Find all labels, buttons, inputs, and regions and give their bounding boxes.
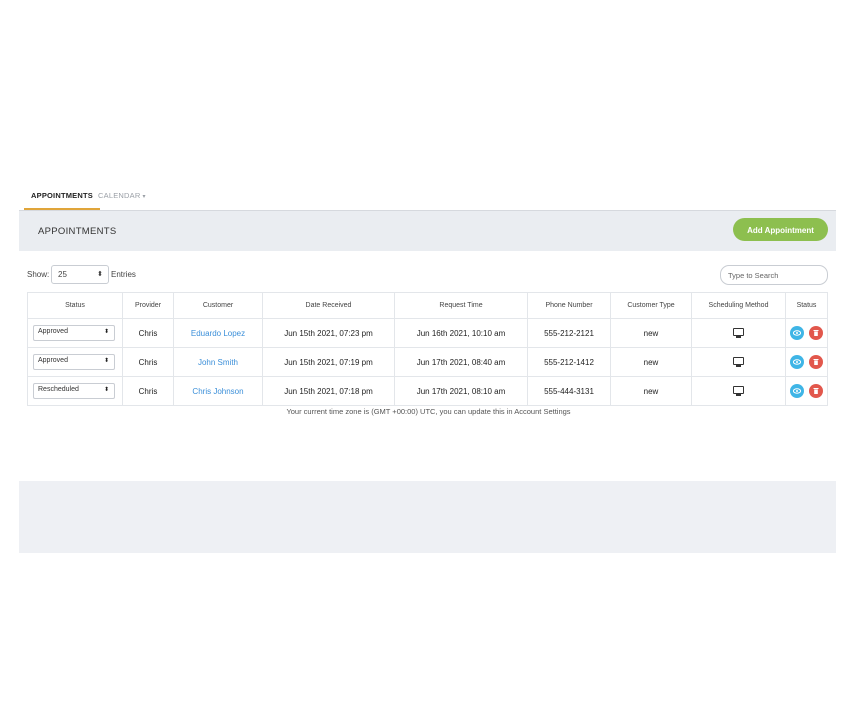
provider-cell: Chris bbox=[122, 376, 174, 406]
chevron-down-icon: ▾ bbox=[142, 194, 146, 200]
monitor-icon bbox=[733, 328, 744, 338]
status-select[interactable]: Approved ⬍ bbox=[33, 354, 115, 370]
entries-label: Entries bbox=[111, 270, 136, 279]
customer-link[interactable]: Chris Johnson bbox=[192, 387, 243, 396]
status-select-value: Rescheduled bbox=[38, 386, 79, 393]
trash-icon bbox=[813, 388, 819, 394]
customer-cell: Eduardo Lopez bbox=[173, 318, 263, 348]
tab-appointments[interactable]: APPOINTMENTS bbox=[24, 191, 100, 210]
monitor-icon bbox=[733, 386, 744, 396]
phone-cell: 555-444-3131 bbox=[527, 376, 611, 406]
entries-select[interactable]: 25 ⬍ bbox=[51, 265, 109, 284]
status-cell: Approved ⬍ bbox=[27, 347, 123, 377]
header-customer[interactable]: Customer bbox=[173, 292, 263, 319]
customer-cell: Chris Johnson bbox=[173, 376, 263, 406]
view-button[interactable] bbox=[790, 326, 805, 340]
header-provider[interactable]: Provider bbox=[122, 292, 174, 319]
entries-select-value: 25 bbox=[58, 270, 67, 279]
date-received-cell: Jun 15th 2021, 07:18 pm bbox=[262, 376, 395, 406]
search-input[interactable]: Type to Search bbox=[720, 265, 828, 285]
timezone-note: Your current time zone is (GMT +00:00) U… bbox=[286, 407, 571, 416]
trash-icon bbox=[813, 359, 819, 365]
header-request-time[interactable]: Request Time bbox=[394, 292, 528, 319]
eye-icon bbox=[793, 330, 802, 336]
trash-icon bbox=[813, 330, 819, 336]
appointments-table: Status Provider Customer Date Received R… bbox=[27, 292, 828, 406]
date-received-cell: Jun 15th 2021, 07:23 pm bbox=[262, 318, 395, 348]
tab-bar: APPOINTMENTS CALENDAR ▾ bbox=[19, 183, 836, 211]
table-row: Approved ⬍ Chris John Smith Jun 15th 2021… bbox=[27, 347, 828, 377]
select-arrows-icon: ⬍ bbox=[103, 387, 109, 393]
customer-link[interactable]: Eduardo Lopez bbox=[191, 329, 245, 338]
delete-button[interactable] bbox=[808, 355, 823, 369]
header-phone-number[interactable]: Phone Number bbox=[527, 292, 611, 319]
request-time-cell: Jun 17th 2021, 08:10 am bbox=[394, 376, 528, 406]
status-select-value: Approved bbox=[38, 357, 68, 364]
header-status[interactable]: Status bbox=[27, 292, 123, 319]
delete-button[interactable] bbox=[808, 326, 823, 340]
header-actions-status: Status bbox=[785, 292, 828, 319]
appointments-panel: APPOINTMENTS Add Appointment Show: 25 ⬍ … bbox=[19, 211, 838, 553]
header-customer-type[interactable]: Customer Type bbox=[610, 292, 692, 319]
panel-body: Show: 25 ⬍ Entries Type to Search Status… bbox=[19, 251, 838, 481]
customer-type-cell: new bbox=[610, 347, 692, 377]
customer-cell: John Smith bbox=[173, 347, 263, 377]
request-time-cell: Jun 16th 2021, 10:10 am bbox=[394, 318, 528, 348]
status-select[interactable]: Approved ⬍ bbox=[33, 325, 115, 341]
panel-title: APPOINTMENTS bbox=[38, 226, 117, 237]
scheduling-method-cell bbox=[691, 318, 786, 348]
scheduling-method-cell bbox=[691, 347, 786, 377]
date-received-cell: Jun 15th 2021, 07:19 pm bbox=[262, 347, 395, 377]
actions-cell bbox=[785, 347, 828, 377]
eye-icon bbox=[793, 359, 802, 365]
delete-button[interactable] bbox=[808, 384, 823, 398]
header-scheduling-method[interactable]: Scheduling Method bbox=[691, 292, 786, 319]
actions-cell bbox=[785, 318, 828, 348]
customer-type-cell: new bbox=[610, 376, 692, 406]
phone-cell: 555-212-1412 bbox=[527, 347, 611, 377]
tab-calendar-label: CALENDAR bbox=[98, 191, 141, 200]
status-cell: Approved ⬍ bbox=[27, 318, 123, 348]
phone-cell: 555-212-2121 bbox=[527, 318, 611, 348]
monitor-icon bbox=[733, 357, 744, 367]
table-row: Approved ⬍ Chris Eduardo Lopez Jun 15th 2… bbox=[27, 318, 828, 348]
customer-type-cell: new bbox=[610, 318, 692, 348]
provider-cell: Chris bbox=[122, 318, 174, 348]
tab-calendar[interactable]: CALENDAR ▾ bbox=[98, 191, 146, 200]
add-appointment-button[interactable]: Add Appointment bbox=[733, 218, 828, 241]
status-select-value: Approved bbox=[38, 328, 68, 335]
select-arrows-icon: ⬍ bbox=[103, 358, 109, 364]
status-select[interactable]: Rescheduled ⬍ bbox=[33, 383, 115, 399]
eye-icon bbox=[793, 388, 802, 394]
request-time-cell: Jun 17th 2021, 08:40 am bbox=[394, 347, 528, 377]
scheduling-method-cell bbox=[691, 376, 786, 406]
select-arrows-icon: ⬍ bbox=[103, 329, 109, 335]
actions-cell bbox=[785, 376, 828, 406]
search-placeholder: Type to Search bbox=[728, 271, 779, 280]
status-cell: Rescheduled ⬍ bbox=[27, 376, 123, 406]
view-button[interactable] bbox=[790, 355, 805, 369]
select-arrows-icon: ⬍ bbox=[97, 271, 103, 278]
view-button[interactable] bbox=[790, 384, 805, 398]
panel-header: APPOINTMENTS Add Appointment bbox=[19, 211, 836, 251]
provider-cell: Chris bbox=[122, 347, 174, 377]
table-header-row: Status Provider Customer Date Received R… bbox=[27, 292, 828, 319]
header-date-received[interactable]: Date Received bbox=[262, 292, 395, 319]
customer-link[interactable]: John Smith bbox=[198, 358, 238, 367]
table-row: Rescheduled ⬍ Chris Chris Johnson Jun 15t… bbox=[27, 376, 828, 406]
show-label: Show: bbox=[27, 270, 50, 279]
